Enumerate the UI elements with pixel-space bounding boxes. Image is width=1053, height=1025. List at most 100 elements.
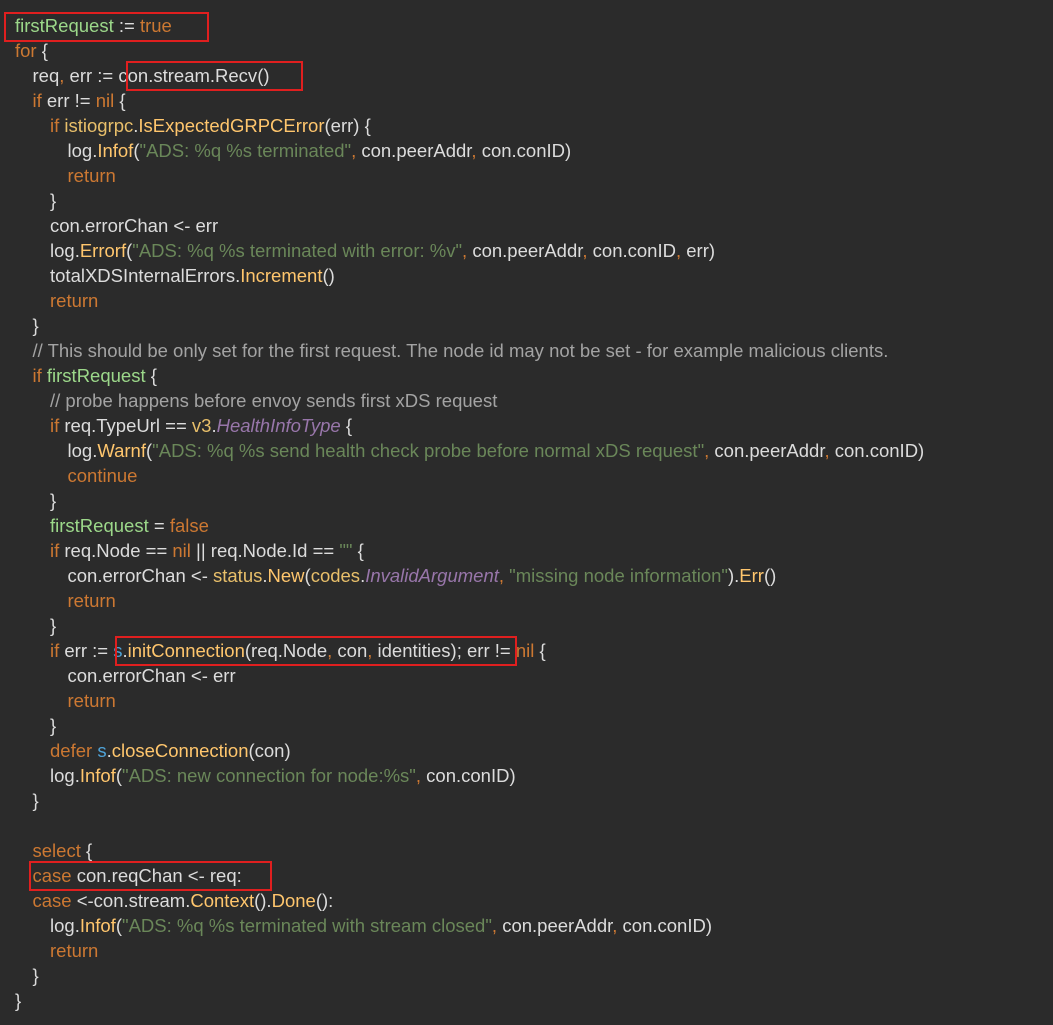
code-line: if req.TypeUrl == v3.HealthInfoType { bbox=[50, 413, 352, 438]
code-token: { bbox=[114, 90, 126, 111]
code-line: return bbox=[50, 288, 98, 313]
code-token: "ADS: %q %s terminated with stream close… bbox=[122, 915, 492, 936]
code-token: req bbox=[32, 65, 60, 86]
code-token: || req.Node.Id == bbox=[190, 540, 340, 561]
code-token: Context bbox=[190, 890, 255, 911]
code-token: Increment bbox=[240, 265, 323, 286]
code-token: } bbox=[15, 990, 22, 1011]
code-token: "ADS: new connection for node:%s" bbox=[122, 765, 416, 786]
code-token: { bbox=[80, 840, 93, 861]
code-line: if req.Node == nil || req.Node.Id == "" … bbox=[50, 538, 364, 563]
code-token: { bbox=[352, 540, 364, 561]
code-line: return bbox=[68, 688, 116, 713]
code-line: if firstRequest { bbox=[33, 363, 157, 388]
code-line: if istiogrpc.IsExpectedGRPCError(err) { bbox=[50, 113, 371, 138]
code-line: defer s.closeConnection(con) bbox=[50, 738, 291, 763]
code-line: } bbox=[33, 313, 39, 338]
code-token: v3 bbox=[191, 415, 212, 436]
code-token: con.conID) bbox=[622, 915, 713, 936]
code-token: { bbox=[340, 415, 353, 436]
code-token: err bbox=[69, 65, 93, 86]
code-token: "ADS: %q %s terminated" bbox=[139, 140, 352, 161]
code-token: Errorf bbox=[79, 240, 127, 261]
code-token: con.conID bbox=[592, 240, 676, 261]
code-token: (). bbox=[254, 890, 272, 911]
code-token: con.conID) bbox=[426, 765, 516, 786]
code-line: // This should be only set for the first… bbox=[33, 338, 889, 363]
code-token: Err bbox=[739, 565, 764, 586]
code-token: , bbox=[675, 240, 687, 261]
code-token: log. bbox=[67, 440, 98, 461]
code-line: con.errorChan <- status.New(codes.Invali… bbox=[68, 563, 777, 588]
code-token: Infof bbox=[97, 140, 134, 161]
code-token: () bbox=[763, 565, 777, 586]
highlight-case-req-chan bbox=[29, 861, 272, 891]
code-token: log. bbox=[50, 765, 80, 786]
code-token: con.peerAddr bbox=[361, 140, 472, 161]
code-token: con.conID) bbox=[834, 440, 925, 461]
code-token: if bbox=[50, 640, 60, 661]
code-token: log. bbox=[50, 915, 80, 936]
code-token: (con) bbox=[248, 740, 291, 761]
code-token: , bbox=[704, 440, 715, 461]
code-token: (err) { bbox=[324, 115, 371, 136]
code-token: return bbox=[67, 590, 116, 611]
code-token: , bbox=[582, 240, 593, 261]
code-line: totalXDSInternalErrors.Increment() bbox=[50, 263, 335, 288]
code-token: // This should be only set for the first… bbox=[32, 340, 889, 361]
code-token: HealthInfoType bbox=[216, 415, 341, 436]
code-token: codes bbox=[310, 565, 361, 586]
code-token: { bbox=[145, 365, 157, 386]
code-token: <-con.stream. bbox=[71, 890, 191, 911]
code-token: closeConnection bbox=[111, 740, 249, 761]
code-line: log.Errorf("ADS: %q %s terminated with e… bbox=[50, 238, 715, 263]
code-token: } bbox=[50, 715, 57, 736]
code-token: New bbox=[267, 565, 305, 586]
code-token: con.peerAddr bbox=[714, 440, 825, 461]
code-token: IsExpectedGRPCError bbox=[138, 115, 325, 136]
code-token: for bbox=[15, 40, 37, 61]
code-line: case <-con.stream.Context().Done(): bbox=[33, 888, 334, 913]
code-line: log.Infof("ADS: %q %s terminated with st… bbox=[50, 913, 712, 938]
code-token: Infof bbox=[79, 765, 116, 786]
code-token: nil bbox=[172, 540, 191, 561]
code-line: } bbox=[50, 188, 56, 213]
code-line: } bbox=[15, 988, 21, 1013]
code-token: (): bbox=[315, 890, 334, 911]
code-token: req.Node == bbox=[59, 540, 173, 561]
code-token: con.errorChan <- bbox=[67, 565, 213, 586]
code-token: con.peerAddr bbox=[472, 240, 583, 261]
highlight-init-connection bbox=[115, 636, 517, 666]
code-token: } bbox=[32, 965, 39, 986]
code-token: return bbox=[67, 690, 116, 711]
code-token: totalXDSInternalErrors. bbox=[50, 265, 241, 286]
code-token: nil bbox=[95, 90, 115, 111]
code-line: } bbox=[50, 613, 56, 638]
code-token: err != bbox=[41, 90, 96, 111]
code-token: defer bbox=[50, 740, 93, 761]
code-token: , bbox=[415, 765, 427, 786]
code-token: "ADS: %q %s send health check probe befo… bbox=[152, 440, 705, 461]
code-line: return bbox=[50, 938, 98, 963]
code-token: log. bbox=[50, 240, 80, 261]
code-token: istiogrpc bbox=[64, 115, 134, 136]
code-token: return bbox=[67, 165, 116, 186]
code-line: } bbox=[33, 788, 39, 813]
code-line: select { bbox=[33, 838, 93, 863]
code-line: } bbox=[50, 488, 56, 513]
code-token: { bbox=[36, 40, 48, 61]
code-token: "ADS: %q %s terminated with error: %v" bbox=[132, 240, 463, 261]
code-token: return bbox=[50, 290, 99, 311]
code-token: firstRequest bbox=[46, 365, 146, 386]
code-token: con.errorChan <- err bbox=[67, 665, 236, 686]
code-line: firstRequest = false bbox=[50, 513, 209, 538]
code-token: // probe happens before envoy sends firs… bbox=[50, 390, 498, 411]
code-line: log.Warnf("ADS: %q %s send health check … bbox=[68, 438, 925, 463]
code-token: } bbox=[32, 790, 39, 811]
code-token: } bbox=[32, 315, 39, 336]
code-token: select bbox=[32, 840, 81, 861]
code-line: con.errorChan <- err bbox=[68, 663, 236, 688]
code-token: Done bbox=[271, 890, 316, 911]
code-token: s bbox=[97, 740, 107, 761]
code-line: // probe happens before envoy sends firs… bbox=[50, 388, 497, 413]
